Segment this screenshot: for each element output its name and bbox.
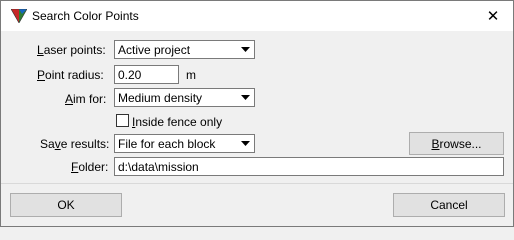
save-results-dropdown[interactable]: File for each block — [114, 134, 255, 153]
save-results-label: Save results: — [40, 137, 110, 151]
close-button[interactable]: ✕ — [473, 1, 513, 31]
laser-points-value: Active project — [118, 43, 191, 57]
app-icon — [11, 9, 27, 23]
point-radius-input[interactable]: 0.20 — [114, 65, 179, 84]
save-results-value: File for each block — [118, 137, 216, 151]
close-icon: ✕ — [486, 8, 500, 25]
ok-button[interactable]: OK — [10, 193, 122, 217]
dialog-content: Laser points: Active project Point radiu… — [1, 31, 513, 226]
folder-input[interactable]: d:\data\mission — [114, 157, 504, 176]
inside-fence-checkbox[interactable] — [116, 114, 129, 127]
folder-label: Folder: — [71, 160, 109, 174]
aim-for-value: Medium density — [118, 91, 203, 105]
browse-button[interactable]: Browse... — [409, 132, 504, 155]
laser-points-label: Laser points: — [37, 43, 106, 57]
browse-button-label: Browse... — [431, 136, 482, 151]
point-radius-unit: m — [186, 68, 196, 82]
dialog-window: Search Color Points ✕ Laser points: Acti… — [0, 0, 514, 227]
chevron-down-icon — [237, 41, 254, 58]
window-title: Search Color Points — [32, 9, 139, 23]
laser-points-dropdown[interactable]: Active project — [114, 40, 255, 59]
inside-fence-label: Inside fence only — [132, 115, 223, 129]
chevron-down-icon — [237, 89, 254, 106]
button-separator — [1, 183, 513, 184]
aim-for-label: Aim for: — [65, 92, 107, 106]
cancel-button[interactable]: Cancel — [393, 193, 505, 217]
title-bar: Search Color Points ✕ — [1, 1, 513, 31]
chevron-down-icon — [237, 135, 254, 152]
point-radius-label: Point radius: — [37, 68, 104, 82]
aim-for-dropdown[interactable]: Medium density — [114, 88, 255, 107]
